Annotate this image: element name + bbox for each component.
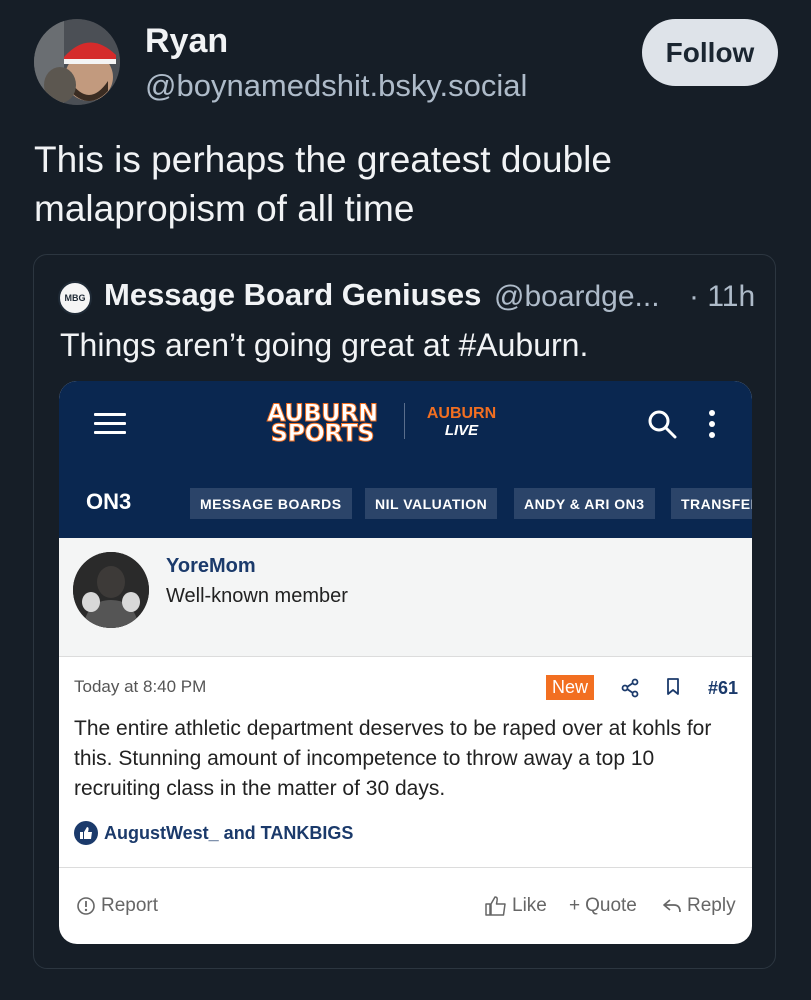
forum-divider <box>59 867 752 868</box>
reply-action: Reply <box>662 895 736 917</box>
forum-header: AUBURN SPORTS AUBURN LIVE ON3 MESSAGE BO… <box>59 381 752 538</box>
likes-text: AugustWest_ and TANKBIGS <box>104 822 354 843</box>
thumbs-up-icon <box>74 821 98 845</box>
like-action: Like <box>485 895 547 917</box>
more-options-icon <box>709 410 715 438</box>
forum-username: YoreMom <box>166 555 256 577</box>
thumbs-up-outline-icon <box>485 896 506 916</box>
menu-icon <box>94 413 126 435</box>
follow-button[interactable]: Follow <box>642 19 778 86</box>
search-icon <box>648 410 677 439</box>
quote-author-name[interactable]: Message Board Geniuses <box>104 277 481 313</box>
auburn-live-logo: AUBURN LIVE <box>426 405 497 439</box>
avatar[interactable] <box>34 19 120 105</box>
quote-text: Things aren’t going great at #Auburn. <box>60 327 589 363</box>
post-text: This is perhaps the greatest double mala… <box>34 139 612 229</box>
on3-logo: ON3 <box>86 489 132 514</box>
user-handle[interactable]: @boynamedshit.bsky.social <box>145 68 527 104</box>
forum-post-date: Today at 8:40 PM <box>74 677 207 696</box>
quote-author-handle[interactable]: @boardge... <box>494 280 660 314</box>
new-badge: New <box>546 675 595 700</box>
forum-user-block: YoreMom Well-known member <box>59 538 752 657</box>
quote-action: + Quote <box>569 895 637 916</box>
forum-post-number: #61 <box>708 678 739 698</box>
nav-andy-ari: ANDY & ARI ON3 <box>514 488 655 519</box>
display-name[interactable]: Ryan <box>145 22 228 61</box>
forum-user-role: Well-known member <box>166 585 348 607</box>
attached-image[interactable]: AUBURN SPORTS AUBURN LIVE ON3 MESSAGE BO… <box>59 381 752 944</box>
nav-message-boards: MESSAGE BOARDS <box>190 488 352 519</box>
auburn-sports-logo: AUBURN SPORTS <box>267 399 379 447</box>
quote-avatar[interactable]: MBG <box>58 281 92 315</box>
bookmark-icon <box>667 678 679 695</box>
quote-timestamp: · 11h <box>689 280 756 313</box>
reply-icon <box>663 899 681 913</box>
share-icon <box>621 678 639 698</box>
report-action: Report <box>76 895 158 917</box>
quote-post[interactable]: MBG Message Board Geniuses @boardge... ·… <box>33 254 776 969</box>
info-icon <box>77 897 95 915</box>
nav-transfer: TRANSFEI <box>671 488 752 519</box>
nav-nil-valuation: NIL VALUATION <box>365 488 498 519</box>
logo-divider <box>404 403 405 439</box>
forum-post-body: The entire athletic department deserves … <box>74 717 712 800</box>
forum-user-avatar <box>73 552 149 628</box>
forum-post-likes: AugustWest_ and TANKBIGS <box>74 821 353 845</box>
plus-icon: + <box>569 895 581 916</box>
